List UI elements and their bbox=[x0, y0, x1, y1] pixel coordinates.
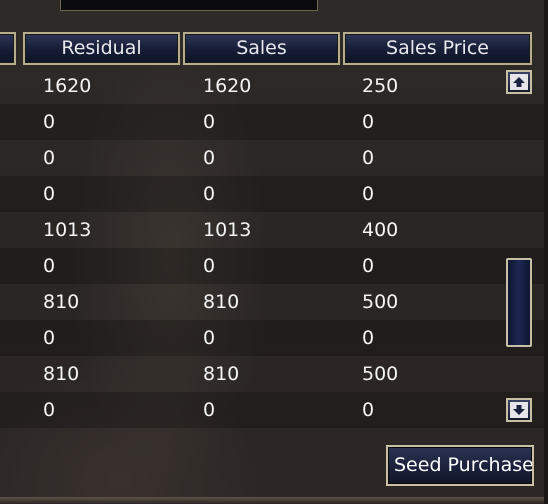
sales-price-cell: 0 bbox=[362, 399, 375, 421]
scroll-up-button[interactable] bbox=[506, 70, 532, 94]
sales-cell: 0 bbox=[203, 183, 216, 205]
residual-cell: 1013 bbox=[43, 219, 92, 241]
residual-cell: 810 bbox=[43, 363, 80, 385]
table-row[interactable]: 0 0 0 bbox=[0, 248, 548, 284]
sales-price-cell: 0 bbox=[362, 327, 375, 349]
table-row[interactable]: 1013 1013 400 bbox=[0, 212, 548, 248]
window-bottom-border bbox=[0, 497, 548, 504]
arrow-up-icon bbox=[510, 74, 528, 90]
scrollbar-track[interactable] bbox=[510, 97, 528, 397]
column-header-sales[interactable]: Sales bbox=[183, 32, 340, 65]
sales-price-cell: 500 bbox=[362, 291, 399, 313]
sales-cell: 0 bbox=[203, 111, 216, 133]
sales-price-cell: 0 bbox=[362, 147, 375, 169]
sales-cell: 0 bbox=[203, 255, 216, 277]
sales-price-cell: 250 bbox=[362, 75, 399, 97]
sales-cell: 0 bbox=[203, 147, 216, 169]
table-row[interactable]: 0 0 0 bbox=[0, 176, 548, 212]
column-header-truncated[interactable] bbox=[0, 32, 16, 65]
column-header-residual[interactable]: Residual bbox=[23, 32, 180, 65]
top-input-field[interactable] bbox=[60, 0, 318, 11]
table-row[interactable]: 1620 1620 250 bbox=[0, 68, 548, 104]
residual-cell: 0 bbox=[43, 255, 56, 277]
sales-price-cell: 500 bbox=[362, 363, 399, 385]
table-row[interactable]: 0 0 0 bbox=[0, 140, 548, 176]
table-row[interactable]: 0 0 0 bbox=[0, 104, 548, 140]
sales-cell: 810 bbox=[203, 291, 240, 313]
residual-cell: 1620 bbox=[43, 75, 92, 97]
sales-cell: 1620 bbox=[203, 75, 252, 97]
sales-price-cell: 0 bbox=[362, 111, 375, 133]
sales-cell: 1013 bbox=[203, 219, 252, 241]
scrollbar-thumb[interactable] bbox=[506, 258, 532, 347]
sales-price-cell: 400 bbox=[362, 219, 399, 241]
arrow-down-icon bbox=[510, 402, 528, 418]
scroll-down-button[interactable] bbox=[506, 398, 532, 422]
table-row[interactable]: 810 810 500 bbox=[0, 284, 548, 320]
table-row[interactable]: 0 0 0 bbox=[0, 392, 548, 428]
sales-cell: 810 bbox=[203, 363, 240, 385]
column-header-sales-price[interactable]: Sales Price bbox=[343, 32, 532, 65]
residual-cell: 0 bbox=[43, 327, 56, 349]
table-row[interactable]: 810 810 500 bbox=[0, 356, 548, 392]
window-right-border bbox=[544, 0, 548, 504]
table-row[interactable]: 0 0 0 bbox=[0, 320, 548, 356]
sales-cell: 0 bbox=[203, 399, 216, 421]
seed-purchase-button[interactable]: Seed Purchase bbox=[386, 445, 534, 486]
residual-cell: 0 bbox=[43, 183, 56, 205]
residual-cell: 810 bbox=[43, 291, 80, 313]
sales-cell: 0 bbox=[203, 327, 216, 349]
residual-cell: 0 bbox=[43, 147, 56, 169]
sales-price-cell: 0 bbox=[362, 183, 375, 205]
residual-cell: 0 bbox=[43, 111, 56, 133]
sales-price-cell: 0 bbox=[362, 255, 375, 277]
residual-cell: 0 bbox=[43, 399, 56, 421]
